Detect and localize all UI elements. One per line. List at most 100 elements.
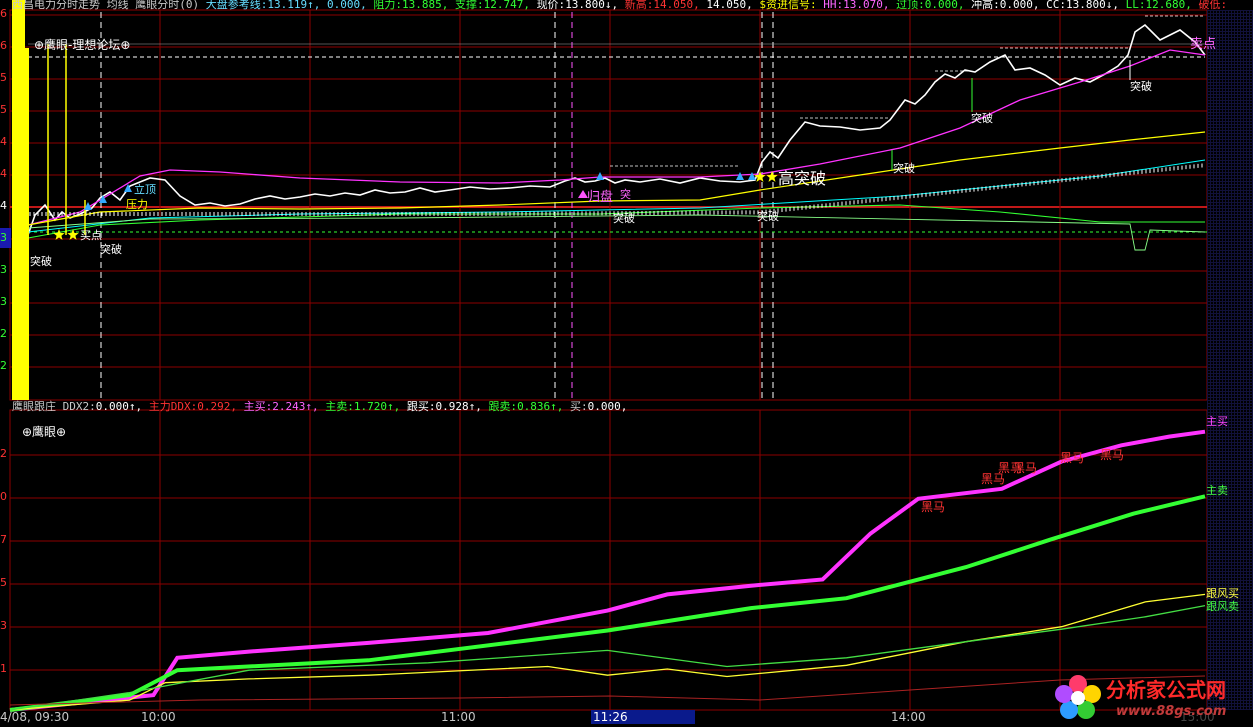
- stock-title: 西昌电力分时走势: [12, 0, 100, 11]
- rush-value: 0.000,: [999, 0, 1040, 11]
- new-high-value: 14.050,: [653, 0, 700, 11]
- main-ddx-value: 0.292,: [197, 400, 237, 413]
- forum-label: ⊕鹰眼-理想论坛⊕: [34, 38, 131, 52]
- resistance-label: 阻力:: [373, 0, 402, 11]
- flow-axis-tick: 5: [0, 576, 7, 589]
- flow-panel-header: 鹰眼跟庄 DDX2:0.000↑, 主力DDX:0.292, 主买:2.243↑…: [12, 399, 627, 415]
- price-axis-tick: 3: [0, 263, 7, 276]
- price-axis-tick: 6: [0, 39, 7, 52]
- time-1400-label: 14:00: [891, 710, 926, 724]
- intraday-chart-window: 西昌电力分时走势 均线 鹰眼分时(0) 大盘参考线:13.119↑, 0.000…: [0, 0, 1253, 727]
- market-ref-label: 大盘参考线:: [205, 0, 268, 11]
- ddx2-value: 0.000↑,: [95, 400, 143, 413]
- triangle-marker-icon: [748, 172, 756, 180]
- star-marker-icon: [53, 229, 65, 240]
- dark-horse-label: 黑马: [921, 500, 946, 514]
- brand-name: 分析家公式网: [1106, 678, 1226, 702]
- support-label: 支撑:: [454, 0, 484, 11]
- hh-label: HH:: [823, 0, 844, 11]
- signal-annotation-label: 突破: [100, 243, 122, 256]
- ll-value: 12.680,: [1145, 0, 1192, 11]
- flow-axis-tick: 7: [0, 533, 7, 546]
- pass-top-label: 过顶:: [896, 0, 925, 11]
- time-1100-label: 11:00: [441, 710, 476, 724]
- dark-horse-label: 黑马: [1013, 461, 1038, 475]
- signal-annotation-label: 突: [620, 188, 631, 201]
- main-buy-label: 主买:: [243, 400, 273, 413]
- signal-annotation-label: 立顶: [134, 183, 156, 196]
- cc-value: 13.800↓,: [1066, 0, 1119, 11]
- hh-value: 13.070,: [843, 0, 890, 11]
- time-start-label: 4/08, 09:30: [0, 710, 70, 724]
- flow-series-line: [9, 494, 1206, 712]
- main-sell-label: 主卖:: [325, 400, 354, 413]
- ddx2-label: DDX2:: [62, 400, 96, 413]
- ll-label: LL:: [1125, 0, 1146, 11]
- flower-logo-icon: [1055, 675, 1101, 719]
- signal-annotation-label: 压力: [126, 198, 148, 211]
- main-sell-series-label: 主卖: [1206, 484, 1228, 497]
- support-value: 12.747,: [483, 0, 530, 11]
- main-buy-series-label: 主买: [1206, 415, 1228, 428]
- price-axis-tick: 2: [0, 359, 7, 372]
- time-cursor-label[interactable]: 11:26: [591, 710, 695, 724]
- main-ddx-label: 主力DDX:: [148, 400, 198, 413]
- triangle-marker-icon: [596, 172, 604, 180]
- avg-price-line: [27, 49, 1206, 226]
- new-high-label: 新高:: [624, 0, 654, 11]
- signal-annotation-label: 突破: [613, 212, 635, 225]
- market-ref-value: 13.119↑, 0.000,: [267, 0, 367, 11]
- follow-sell-value: 0.836↑,: [517, 400, 564, 413]
- follow-buy-label: 跟买:: [406, 400, 436, 413]
- flow-axis-tick: 1: [0, 662, 7, 675]
- left-volume-bar: [12, 0, 25, 400]
- price-axis-tick: 3: [0, 295, 7, 308]
- price-axis-tick: 4: [0, 135, 7, 148]
- main-buy-value: 2.243↑,: [272, 400, 319, 413]
- dark-horse-label: 黑马: [1100, 448, 1125, 462]
- flow-axis-tick: 2: [0, 447, 7, 460]
- price-axis-tick: 4: [0, 199, 7, 212]
- price-axis-tick: 4: [0, 167, 7, 180]
- brand-url: www.88gs.com: [1116, 704, 1227, 719]
- flow-axis-tick: 3: [0, 619, 7, 632]
- pass-top-value: 0.000,: [924, 0, 965, 11]
- chart-canvas[interactable]: [0, 0, 1253, 727]
- signal-label: $资进信号:: [759, 0, 817, 11]
- signal-annotation-label: 突破: [971, 112, 993, 125]
- left-volume-bar-accent: [25, 48, 29, 400]
- dark-horse-label: 黑马: [1060, 451, 1085, 465]
- follow-buy-value: 0.928↑,: [435, 400, 482, 413]
- signal-annotation-label: 高突破: [778, 169, 827, 188]
- mode-label[interactable]: 均线: [107, 0, 129, 11]
- price-axis-tick: 5: [0, 103, 7, 116]
- break-label: 破低:: [1198, 0, 1228, 11]
- signal-annotation-label: 突破: [30, 255, 52, 268]
- buy-label: 买:: [570, 400, 588, 413]
- triangle-marker-icon: [736, 172, 744, 180]
- main-sell-value: 1.720↑,: [353, 400, 401, 413]
- price-axis-tick: 2: [0, 327, 7, 340]
- site-watermark: 分析家公式网 www.88gs.com: [1052, 670, 1252, 726]
- flow-axis-tick: 0: [0, 490, 7, 503]
- price-label: 现价:: [536, 0, 566, 11]
- flow-indicator-name[interactable]: 鹰眼跟庄: [12, 400, 56, 413]
- new-high-value2: 14.050,: [706, 0, 753, 11]
- follow-sell-label: 跟卖:: [488, 400, 518, 413]
- signal-annotation-label: 突破: [893, 162, 915, 175]
- rush-label: 冲高:: [971, 0, 1000, 11]
- price-axis-tick: 3: [0, 231, 7, 244]
- flow-panel-title: ⊕鹰眼⊕: [22, 425, 67, 439]
- signal-annotation-label: 归盘: [587, 190, 614, 205]
- follow-sell-series-label: 跟风卖: [1206, 600, 1239, 613]
- cc-label: CC:: [1046, 0, 1066, 11]
- price-value: 13.800↓,: [565, 0, 619, 11]
- indicator-name[interactable]: 鹰眼分时(0): [135, 0, 199, 11]
- signal-annotation-label: 突破: [1130, 80, 1152, 93]
- price-axis-tick: 6: [0, 7, 7, 20]
- grid-lines: [9, 9, 1208, 711]
- buy-value: 0.000,: [587, 400, 628, 413]
- signal-annotation-label: 买点: [80, 229, 102, 242]
- signal-annotation-label: 突破: [757, 210, 779, 223]
- signal-annotation-label: 卖点: [1190, 37, 1217, 52]
